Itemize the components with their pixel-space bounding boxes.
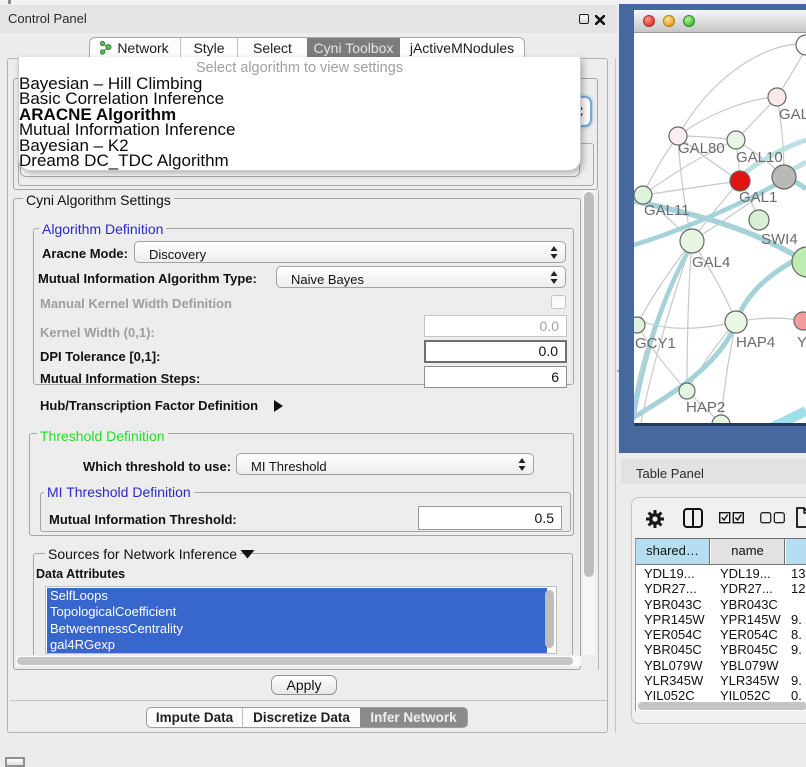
- svg-text:GAL11: GAL11: [644, 202, 690, 219]
- svg-text:GAL1: GAL1: [739, 189, 777, 206]
- svg-text:GAL4: GAL4: [692, 254, 730, 271]
- svg-text:GAL10: GAL10: [736, 149, 783, 166]
- svg-text:HAP4: HAP4: [736, 334, 775, 351]
- svg-text:GAL: GAL: [779, 106, 806, 123]
- svg-text:SWI4: SWI4: [761, 231, 798, 248]
- svg-text:GCY1: GCY1: [635, 335, 676, 352]
- svg-text:GAL80: GAL80: [678, 140, 725, 157]
- svg-text:Y: Y: [797, 334, 806, 351]
- svg-text:HAP2: HAP2: [686, 399, 725, 416]
